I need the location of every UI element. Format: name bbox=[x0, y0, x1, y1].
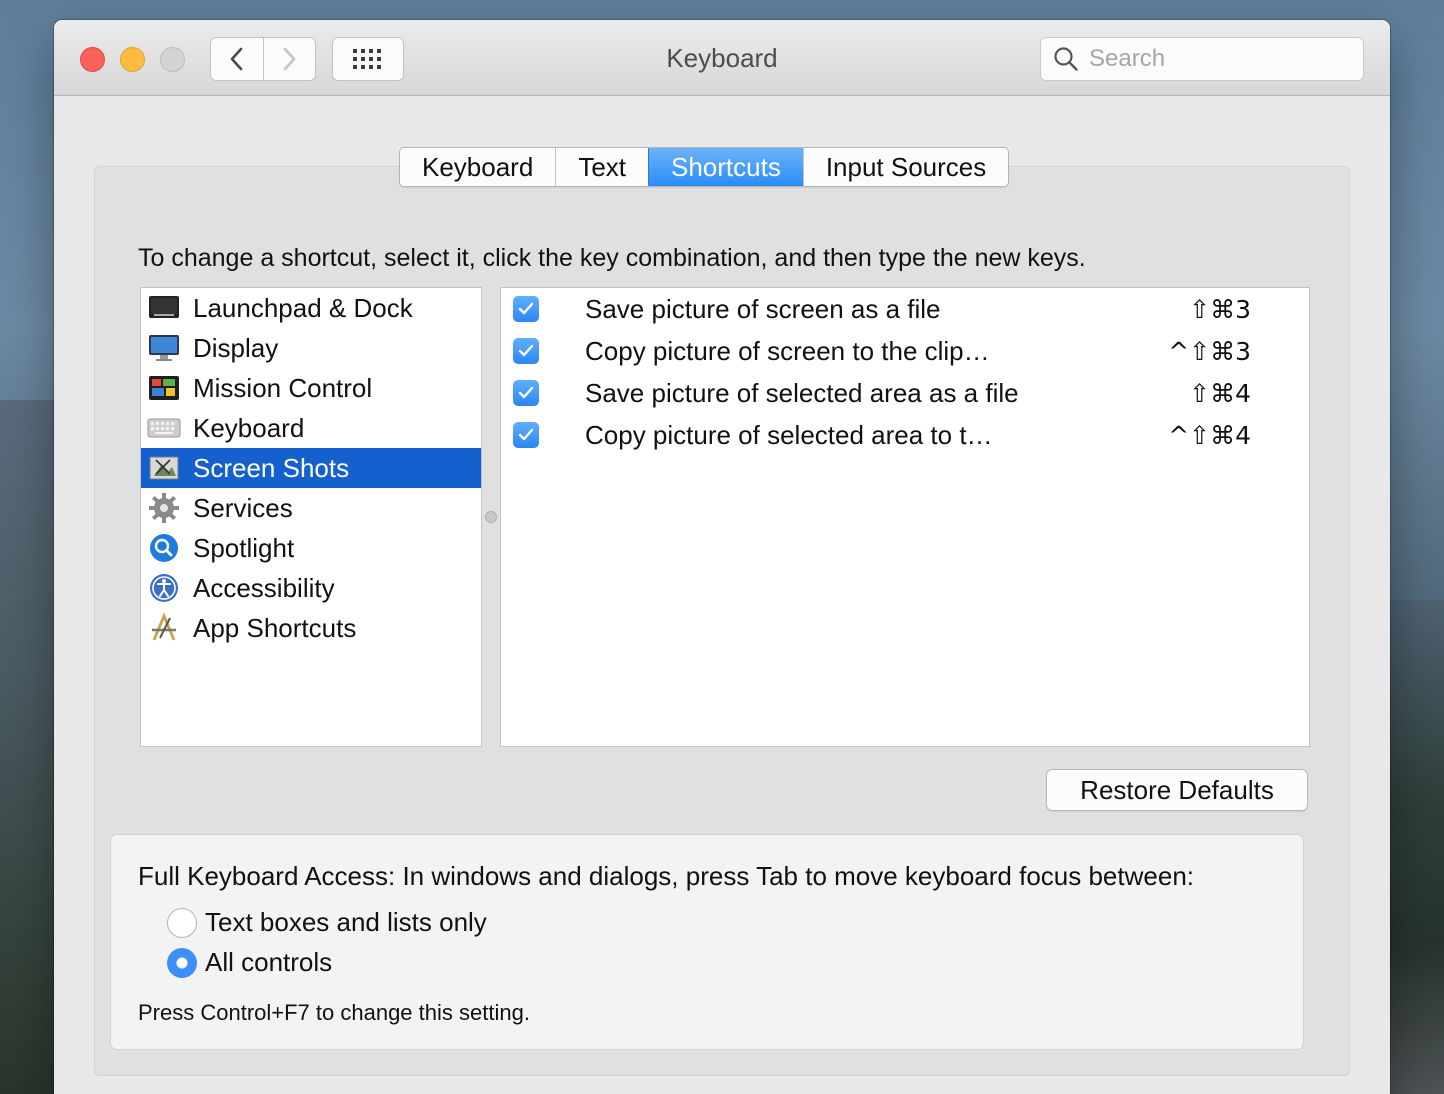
category-list: Launchpad & Dock Display Mission Control… bbox=[140, 287, 482, 747]
radio-text-boxes-lists[interactable]: Text boxes and lists only bbox=[167, 907, 487, 938]
minimize-button[interactable] bbox=[120, 47, 145, 72]
chevron-right-icon bbox=[283, 47, 296, 71]
restore-defaults-button[interactable]: Restore Defaults bbox=[1046, 769, 1308, 811]
category-label: Screen Shots bbox=[193, 452, 350, 483]
display-icon bbox=[147, 331, 181, 365]
shortcut-label: Copy picture of selected area to t… bbox=[585, 419, 993, 450]
category-label: Display bbox=[193, 332, 279, 363]
shortcut-keys[interactable]: ^⇧⌘4 bbox=[1168, 421, 1251, 450]
shortcut-label: Copy picture of screen to the clip… bbox=[585, 335, 990, 366]
category-label: Accessibility bbox=[193, 572, 335, 603]
category-item-app-shortcuts[interactable]: App Shortcuts bbox=[141, 608, 481, 648]
show-all-button[interactable] bbox=[332, 37, 404, 81]
category-item-services[interactable]: Services bbox=[141, 488, 481, 528]
launchpad-dock-icon bbox=[147, 291, 181, 325]
shortcut-checkbox[interactable] bbox=[513, 422, 539, 448]
full-keyboard-access-title: Full Keyboard Access: In windows and dia… bbox=[138, 861, 1194, 891]
preferences-window: Keyboard Keyboard Text Shortcuts Input S… bbox=[54, 20, 1390, 1094]
category-label: Spotlight bbox=[193, 532, 295, 563]
shortcut-list: Save picture of screen as a file ⇧⌘3 Cop… bbox=[500, 287, 1310, 747]
category-item-screen-shots[interactable]: Screen Shots bbox=[141, 448, 481, 488]
radio-label: Text boxes and lists only bbox=[205, 907, 487, 937]
tab-shortcuts[interactable]: Shortcuts bbox=[648, 148, 803, 186]
tab-text[interactable]: Text bbox=[555, 148, 648, 186]
full-keyboard-access-panel: Full Keyboard Access: In windows and dia… bbox=[111, 835, 1303, 1049]
shortcut-row[interactable]: Copy picture of screen to the clip… ^⇧⌘3 bbox=[501, 330, 1309, 372]
shortcut-row[interactable]: Save picture of selected area as a file … bbox=[501, 372, 1309, 414]
zoom-button[interactable] bbox=[160, 47, 185, 72]
shortcut-checkbox[interactable] bbox=[513, 380, 539, 406]
radio-button[interactable] bbox=[167, 947, 197, 978]
shortcut-label: Save picture of screen as a file bbox=[585, 293, 941, 324]
chevron-left-icon bbox=[230, 47, 243, 71]
shortcut-keys[interactable]: ⇧⌘3 bbox=[1189, 295, 1251, 324]
search-icon bbox=[1054, 47, 1078, 71]
checkmark-icon bbox=[518, 428, 534, 441]
shortcut-checkbox[interactable] bbox=[513, 296, 539, 322]
keyboard-icon bbox=[147, 411, 181, 445]
title-bar: Keyboard bbox=[54, 20, 1390, 96]
show-all-grid-icon bbox=[353, 49, 381, 69]
category-item-accessibility[interactable]: Accessibility bbox=[141, 568, 481, 608]
accessibility-icon bbox=[147, 571, 181, 605]
category-label: Launchpad & Dock bbox=[193, 292, 413, 323]
desktop-background-left bbox=[0, 400, 60, 1094]
mission-control-icon bbox=[147, 371, 181, 405]
shortcut-row[interactable]: Save picture of screen as a file ⇧⌘3 bbox=[501, 288, 1309, 330]
tab-bar: Keyboard Text Shortcuts Input Sources bbox=[399, 147, 1010, 187]
full-keyboard-access-note: Press Control+F7 to change this setting. bbox=[138, 1000, 530, 1025]
radio-all-controls[interactable]: All controls bbox=[167, 947, 332, 978]
shortcut-row[interactable]: Copy picture of selected area to t… ^⇧⌘4 bbox=[501, 414, 1309, 456]
forward-button[interactable] bbox=[262, 38, 316, 80]
category-item-mission-control[interactable]: Mission Control bbox=[141, 368, 481, 408]
tab-input-sources[interactable]: Input Sources bbox=[802, 148, 1008, 186]
tab-keyboard[interactable]: Keyboard bbox=[400, 148, 555, 186]
shortcut-keys[interactable]: ^⇧⌘3 bbox=[1168, 337, 1251, 366]
gear-icon bbox=[147, 491, 181, 525]
shortcut-label: Save picture of selected area as a file bbox=[585, 377, 1019, 408]
app-shortcuts-icon bbox=[147, 611, 181, 645]
search-input[interactable] bbox=[1089, 45, 1349, 73]
radio-label: All controls bbox=[205, 947, 333, 977]
category-item-display[interactable]: Display bbox=[141, 328, 481, 368]
category-item-launchpad-dock[interactable]: Launchpad & Dock bbox=[141, 288, 481, 328]
category-label: App Shortcuts bbox=[193, 612, 357, 643]
instructions-text: To change a shortcut, select it, click t… bbox=[138, 244, 1086, 272]
shortcut-keys[interactable]: ⇧⌘4 bbox=[1189, 379, 1251, 408]
spotlight-icon bbox=[147, 531, 181, 565]
search-field[interactable] bbox=[1040, 37, 1364, 81]
category-label: Mission Control bbox=[193, 372, 373, 403]
checkmark-icon bbox=[518, 386, 534, 399]
category-item-keyboard[interactable]: Keyboard bbox=[141, 408, 481, 448]
category-label: Services bbox=[193, 492, 293, 523]
screenshot-icon bbox=[147, 451, 181, 485]
back-button[interactable] bbox=[211, 38, 263, 80]
checkmark-icon bbox=[518, 344, 534, 357]
category-item-spotlight[interactable]: Spotlight bbox=[141, 528, 481, 568]
close-button[interactable] bbox=[80, 47, 105, 72]
shortcut-checkbox[interactable] bbox=[513, 338, 539, 364]
split-view-divider[interactable] bbox=[485, 511, 497, 523]
navigation-buttons bbox=[210, 37, 316, 81]
category-label: Keyboard bbox=[193, 412, 305, 443]
radio-button[interactable] bbox=[167, 907, 197, 938]
desktop-background-right bbox=[1388, 600, 1444, 1094]
checkmark-icon bbox=[518, 302, 534, 315]
